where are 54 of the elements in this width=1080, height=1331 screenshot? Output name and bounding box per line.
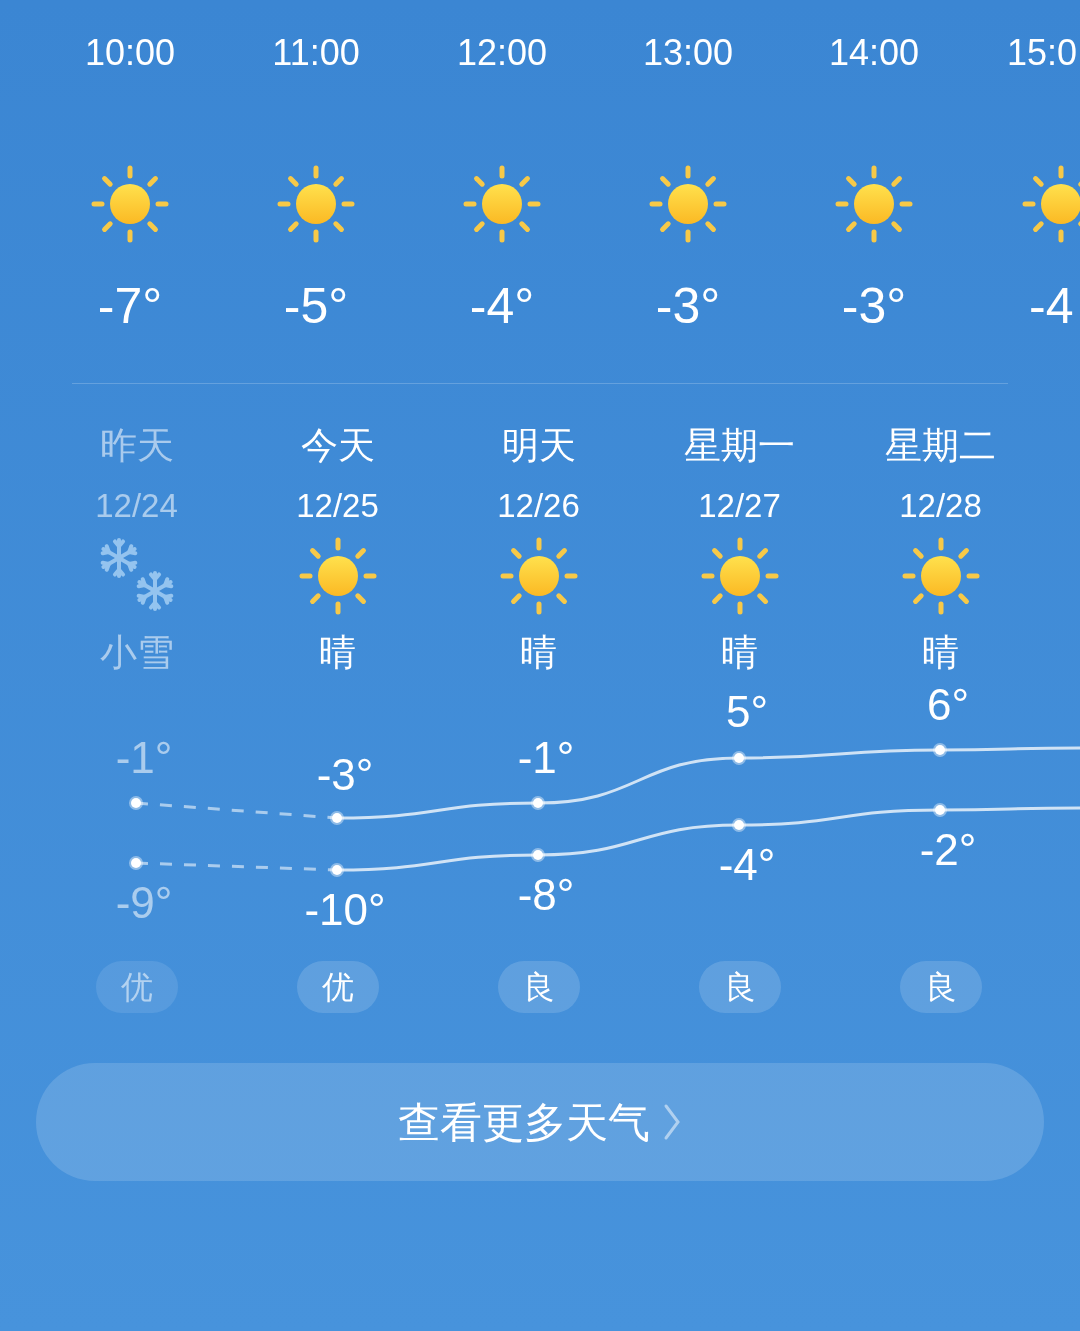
sun-icon <box>462 164 542 244</box>
sun-icon <box>90 164 170 244</box>
air-quality-badge: 良 <box>497 961 580 1013</box>
sun-icon <box>276 164 356 244</box>
more-weather-button[interactable]: 查看更多天气 <box>36 1063 1044 1181</box>
day-date: 12/26 <box>497 486 580 526</box>
weather-condition: 晴 <box>721 631 758 675</box>
day-name: 昨天 <box>99 424 174 468</box>
hour-temperature: -4° <box>469 277 535 336</box>
weather-condition: 晴 <box>922 631 959 675</box>
low-temperature: -8° <box>517 870 575 920</box>
hour-time: 10:00 <box>84 31 176 75</box>
chevron-right-icon <box>662 1102 682 1142</box>
high-temperature: 5° <box>725 687 769 737</box>
low-temperature: -10° <box>304 885 386 935</box>
day-date: 12/28 <box>899 486 982 526</box>
hour-temperature: -3° <box>655 277 721 336</box>
air-quality-badge: 良 <box>899 961 982 1013</box>
hour-time: 11:00 <box>272 31 360 75</box>
sun-icon <box>648 164 728 244</box>
high-temperature: -3° <box>316 750 374 800</box>
day-date: 12/24 <box>95 486 178 526</box>
day-name: 明天 <box>501 424 576 468</box>
weather-condition: 晴 <box>319 631 356 675</box>
sun-icon <box>297 536 378 616</box>
hour-temperature: -7° <box>97 277 163 336</box>
day-date: 12/25 <box>296 486 379 526</box>
hour-time: 12:00 <box>456 31 548 75</box>
low-temperature: -4° <box>718 840 776 890</box>
sun-icon <box>834 164 914 244</box>
high-temperature: -1° <box>115 733 173 783</box>
day-name: 星期一 <box>684 424 795 468</box>
low-temperature: -9° <box>115 878 173 928</box>
hour-time: 14:00 <box>828 31 920 75</box>
high-temperature: -1° <box>517 733 575 783</box>
day-name: 今天 <box>300 424 375 468</box>
hour-time: 15:0 <box>1007 31 1078 75</box>
sun-icon <box>1021 164 1080 244</box>
weather-condition: 小雪 <box>99 631 174 675</box>
sun-icon <box>900 536 981 616</box>
high-temperature: 6° <box>926 680 970 730</box>
sun-icon <box>498 536 579 616</box>
hour-temperature: -3° <box>841 277 907 336</box>
day-date: 12/27 <box>698 486 781 526</box>
day-name: 星期二 <box>885 424 996 468</box>
sun-icon <box>699 536 780 616</box>
air-quality-badge: 优 <box>296 961 379 1013</box>
hour-temperature: -4 <box>1029 277 1074 336</box>
air-quality-badge: 良 <box>698 961 781 1013</box>
air-quality-badge: 优 <box>95 961 178 1013</box>
hour-temperature: -5° <box>283 277 349 336</box>
low-temperature: -2° <box>919 825 977 875</box>
hour-time: 13:00 <box>642 31 734 75</box>
weather-condition: 晴 <box>520 631 557 675</box>
